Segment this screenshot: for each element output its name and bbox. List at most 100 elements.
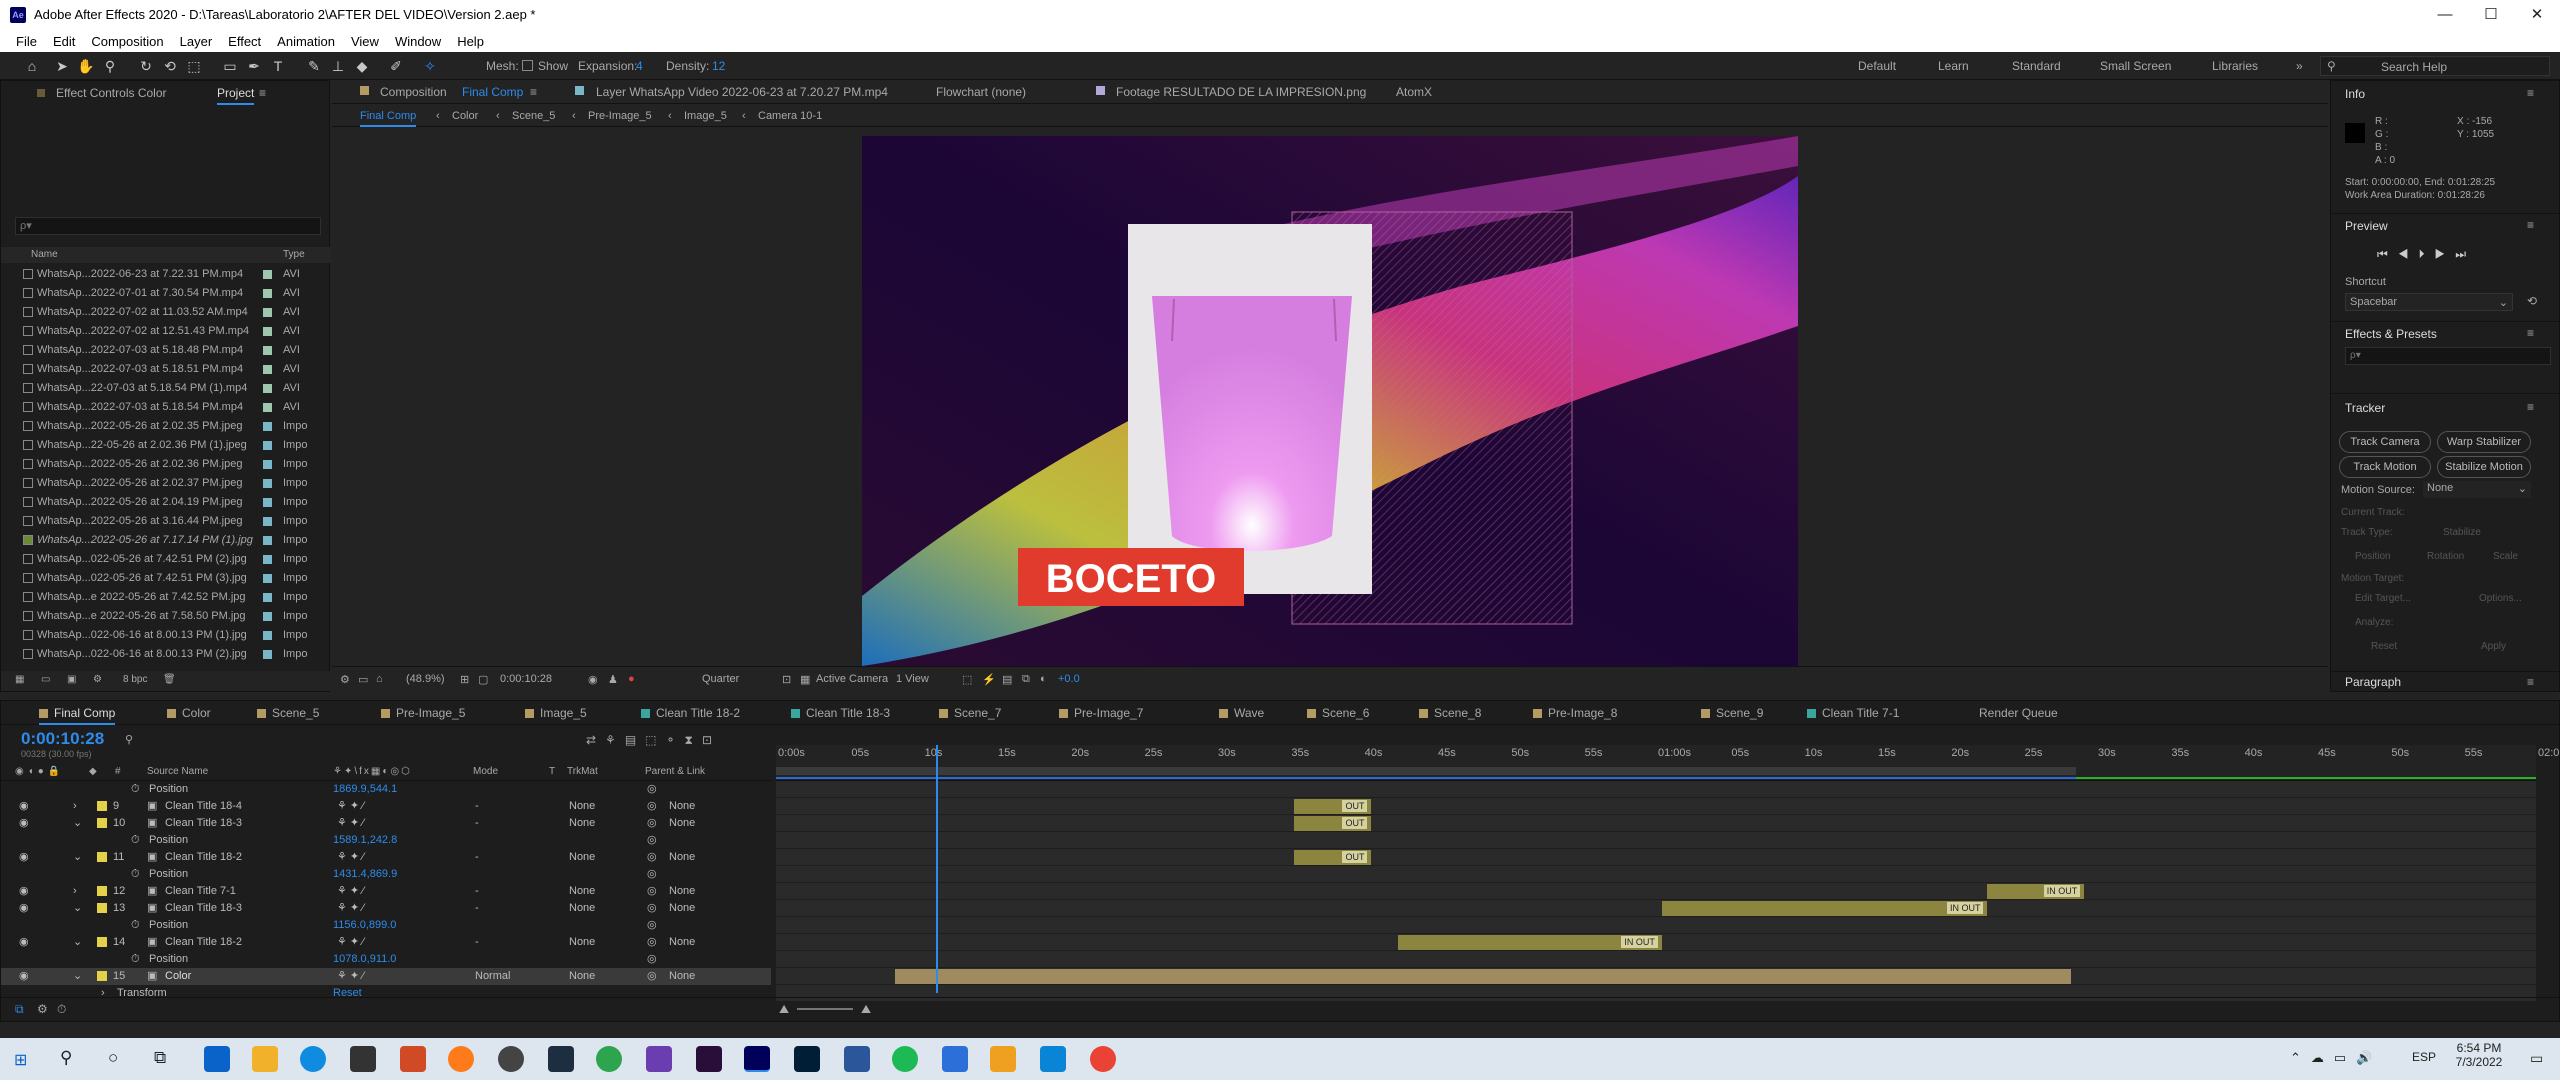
parent-pickwhip-icon[interactable]: ◎ [647, 798, 657, 815]
roto-brush-icon[interactable]: ✐ [386, 56, 406, 76]
expression-pickwhip-icon[interactable]: ◎ [647, 951, 657, 968]
twirl-arrow[interactable]: ⌄ [73, 815, 82, 832]
vscode-icon[interactable] [1040, 1046, 1066, 1072]
project-item[interactable]: WhatsAp...2022-07-01 at 7.30.54 PM.mp4 AV… [23, 284, 323, 303]
track-row[interactable] [776, 866, 2536, 883]
layer-duration-bar[interactable] [894, 969, 2072, 984]
label-color-swatch[interactable] [263, 517, 272, 526]
zoom-tool-icon[interactable]: ⚲ [100, 56, 120, 76]
menu-window[interactable]: Window [395, 34, 441, 49]
stopwatch-icon[interactable]: ⏱ [131, 832, 140, 849]
track-row[interactable]: IN OUT [776, 900, 2536, 917]
layer-switches-icons[interactable]: ⚘ ✦ ⁄ [337, 798, 364, 815]
layer-label-swatch[interactable] [97, 937, 107, 947]
project-item[interactable]: WhatsAp...022-05-26 at 7.42.51 PM (3).jp… [23, 569, 323, 588]
pan-behind-icon[interactable]: ⬚ [184, 56, 204, 76]
eye-icon[interactable]: ◉ [19, 968, 29, 985]
label-color-swatch[interactable] [263, 650, 272, 659]
twirl-arrow[interactable]: ⌄ [73, 849, 82, 866]
breadcrumb-color[interactable]: Color [452, 105, 478, 127]
timeline-tab[interactable]: Scene_5 [257, 701, 319, 725]
property-value[interactable]: 1078.0,911.0 [333, 951, 396, 968]
layer-duration-bar[interactable]: OUT [1293, 850, 1372, 865]
expansion-value[interactable]: 4 [636, 59, 643, 73]
project-item[interactable]: WhatsAp...2022-06-23 at 7.22.31 PM.mp4 AV… [23, 265, 323, 284]
grid-icon[interactable]: ⊞ [460, 673, 469, 686]
label-color-swatch[interactable] [263, 479, 272, 488]
timeline-current-time[interactable]: 0:00:10:28 [21, 729, 104, 749]
twirl-arrow[interactable]: ⌄ [73, 968, 82, 985]
twirl-arrow[interactable]: › [73, 798, 77, 815]
taskbar-search-icon[interactable]: ⚲ [60, 1048, 72, 1068]
col-name[interactable]: Name [31, 249, 58, 260]
track-row[interactable]: OUT [776, 798, 2536, 815]
eye-icon[interactable]: ◉ [19, 900, 29, 917]
camera-dropdown[interactable]: Active Camera [816, 673, 888, 685]
label-color-swatch[interactable] [263, 384, 272, 393]
layer-row[interactable]: ◉ ⌄ 14 ▣ Clean Title 18-2 ⚘ ✦ ⁄ - None ◎ None [1, 934, 771, 951]
always-preview-icon[interactable]: ⚙ [340, 673, 350, 686]
workspace-learn[interactable]: Learn [1938, 59, 1969, 73]
layer-label-swatch[interactable] [97, 852, 107, 862]
layer-name[interactable]: Clean Title 18-2 [165, 849, 242, 866]
track-row[interactable]: IN OUT [776, 883, 2536, 900]
layer-name[interactable]: Clean Title 18-3 [165, 900, 242, 917]
notifications-icon[interactable]: ▭ [2530, 1050, 2543, 1067]
motion-source-dropdown[interactable]: None ⌄ [2423, 481, 2531, 498]
property-row[interactable]: ⏱ Position 1589.1,242.8 ◎ [1, 832, 771, 849]
word-icon[interactable] [844, 1046, 870, 1072]
breadcrumb-final-comp[interactable]: Final Comp [360, 105, 417, 127]
tab-effect-controls[interactable]: Effect Controls Color [56, 86, 167, 100]
comp-panel-menu-icon[interactable]: ≡ [530, 85, 537, 99]
expression-pickwhip-icon[interactable]: ◎ [647, 832, 657, 849]
file-explorer-icon[interactable] [252, 1046, 278, 1072]
twirl-arrow[interactable]: ⌄ [73, 934, 82, 951]
parent-pickwhip-icon[interactable]: ◎ [647, 934, 657, 951]
label-color-swatch[interactable] [263, 555, 272, 564]
layer-duration-bar[interactable]: IN OUT [1661, 901, 1988, 916]
parent-pickwhip-icon[interactable]: ◎ [647, 849, 657, 866]
effects-search-input[interactable]: ρ▾ [2345, 347, 2551, 365]
parent-dropdown[interactable]: None [669, 798, 695, 815]
shortcut-dropdown[interactable]: Spacebar ⌄ [2345, 293, 2513, 311]
layer-duration-bar[interactable]: OUT [1293, 816, 1372, 831]
label-color-swatch[interactable] [263, 536, 272, 545]
track-row[interactable] [776, 968, 2536, 985]
timeline-tab[interactable]: Scene_8 [1419, 701, 1481, 725]
menu-view[interactable]: View [351, 34, 379, 49]
label-color-swatch[interactable] [263, 498, 272, 507]
label-color-swatch[interactable] [263, 289, 272, 298]
label-color-swatch[interactable] [263, 593, 272, 602]
minimize-button[interactable]: — [2422, 0, 2468, 30]
zoom-in-icon[interactable]: ⛰ [861, 1002, 871, 1017]
eye-icon[interactable]: ◉ [19, 798, 29, 815]
project-settings-icon[interactable]: ⚙ [93, 674, 102, 685]
lightroom-icon[interactable] [548, 1046, 574, 1072]
breadcrumb-camera[interactable]: Camera 10-1 [758, 105, 822, 127]
view-layout-dropdown[interactable]: 1 View [896, 673, 929, 685]
layer-duration-bar[interactable]: IN OUT [1397, 935, 1662, 950]
trkmat-dropdown[interactable]: None [569, 849, 595, 866]
monitor-icon[interactable]: ▭ [358, 673, 368, 686]
new-folder-icon[interactable]: ▭ [41, 674, 50, 685]
layer-switches-icons[interactable]: ⚘ ✦ ⁄ [337, 849, 364, 866]
layer-name[interactable]: Clean Title 18-4 [165, 798, 242, 815]
label-color-swatch[interactable] [263, 631, 272, 640]
app-icon[interactable] [646, 1046, 672, 1072]
edge-icon[interactable] [300, 1046, 326, 1072]
label-color-swatch[interactable] [263, 346, 272, 355]
current-time-display[interactable]: 0:00:10:28 [500, 673, 552, 685]
task-view-icon[interactable]: ⧉ [154, 1048, 166, 1068]
label-color-swatch[interactable] [263, 612, 272, 621]
timeline-tab[interactable]: Pre-Image_8 [1533, 701, 1617, 725]
stopwatch-icon[interactable]: ⏱ [131, 951, 140, 968]
parent-dropdown[interactable]: None [669, 849, 695, 866]
powerpoint-icon[interactable] [400, 1046, 426, 1072]
layer-switches-icons[interactable]: ⚘ ✦ ⁄ [337, 883, 364, 900]
workspace-libraries[interactable]: Libraries [2212, 59, 2258, 73]
timeline-tab[interactable]: Clean Title 7-1 [1807, 701, 1899, 725]
show-checkbox[interactable] [522, 60, 533, 71]
expression-pickwhip-icon[interactable]: ◎ [647, 781, 657, 798]
layer-row[interactable]: ◉ › 9 ▣ Clean Title 18-4 ⚘ ✦ ⁄ - None ◎ None [1, 798, 771, 815]
project-item[interactable]: WhatsAp...22-05-26 at 2.02.36 PM (1).jpe… [23, 436, 323, 455]
